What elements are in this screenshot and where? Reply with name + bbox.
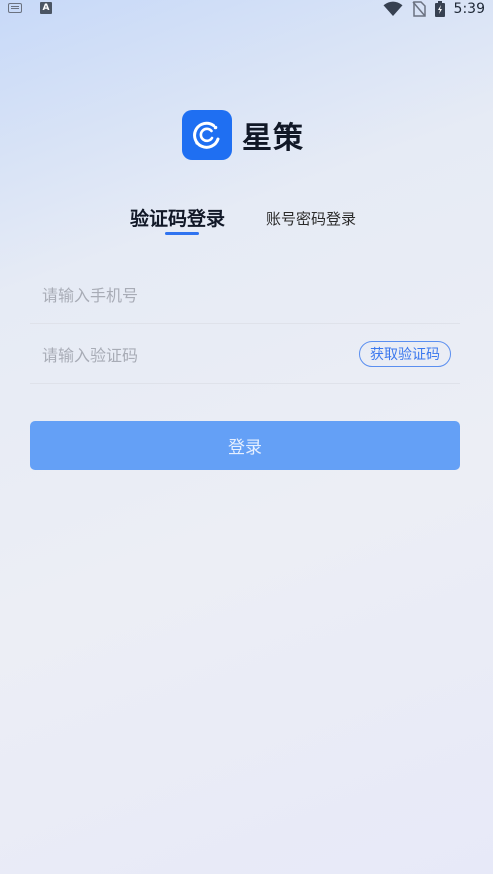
login-tabs: 验证码登录 账号密码登录: [0, 198, 493, 240]
code-input[interactable]: [40, 340, 344, 370]
logo-icon: [182, 110, 232, 160]
phone-input[interactable]: [40, 280, 344, 310]
status-bar: A 5:39: [0, 0, 493, 18]
wifi-icon: [383, 1, 403, 16]
keyboard-icon: [8, 3, 22, 13]
system-status: 5:39: [383, 0, 485, 18]
battery-charging-icon: [434, 1, 445, 17]
status-time: 5:39: [453, 1, 485, 17]
get-code-button[interactable]: 获取验证码: [359, 341, 451, 367]
phone-field: [30, 264, 460, 324]
code-field: 获取验证码: [30, 324, 460, 384]
a-icon: A: [40, 2, 52, 14]
app-logo: 星策: [182, 110, 304, 160]
no-sim-icon: [411, 1, 426, 17]
tab-active-indicator: [165, 232, 199, 235]
login-button[interactable]: 登录: [30, 421, 460, 470]
notification-area: A: [8, 2, 52, 14]
tab-password-login[interactable]: 账号密码登录: [266, 208, 356, 229]
app-name: 星策: [242, 121, 304, 156]
tab-sms-login[interactable]: 验证码登录: [130, 204, 225, 231]
